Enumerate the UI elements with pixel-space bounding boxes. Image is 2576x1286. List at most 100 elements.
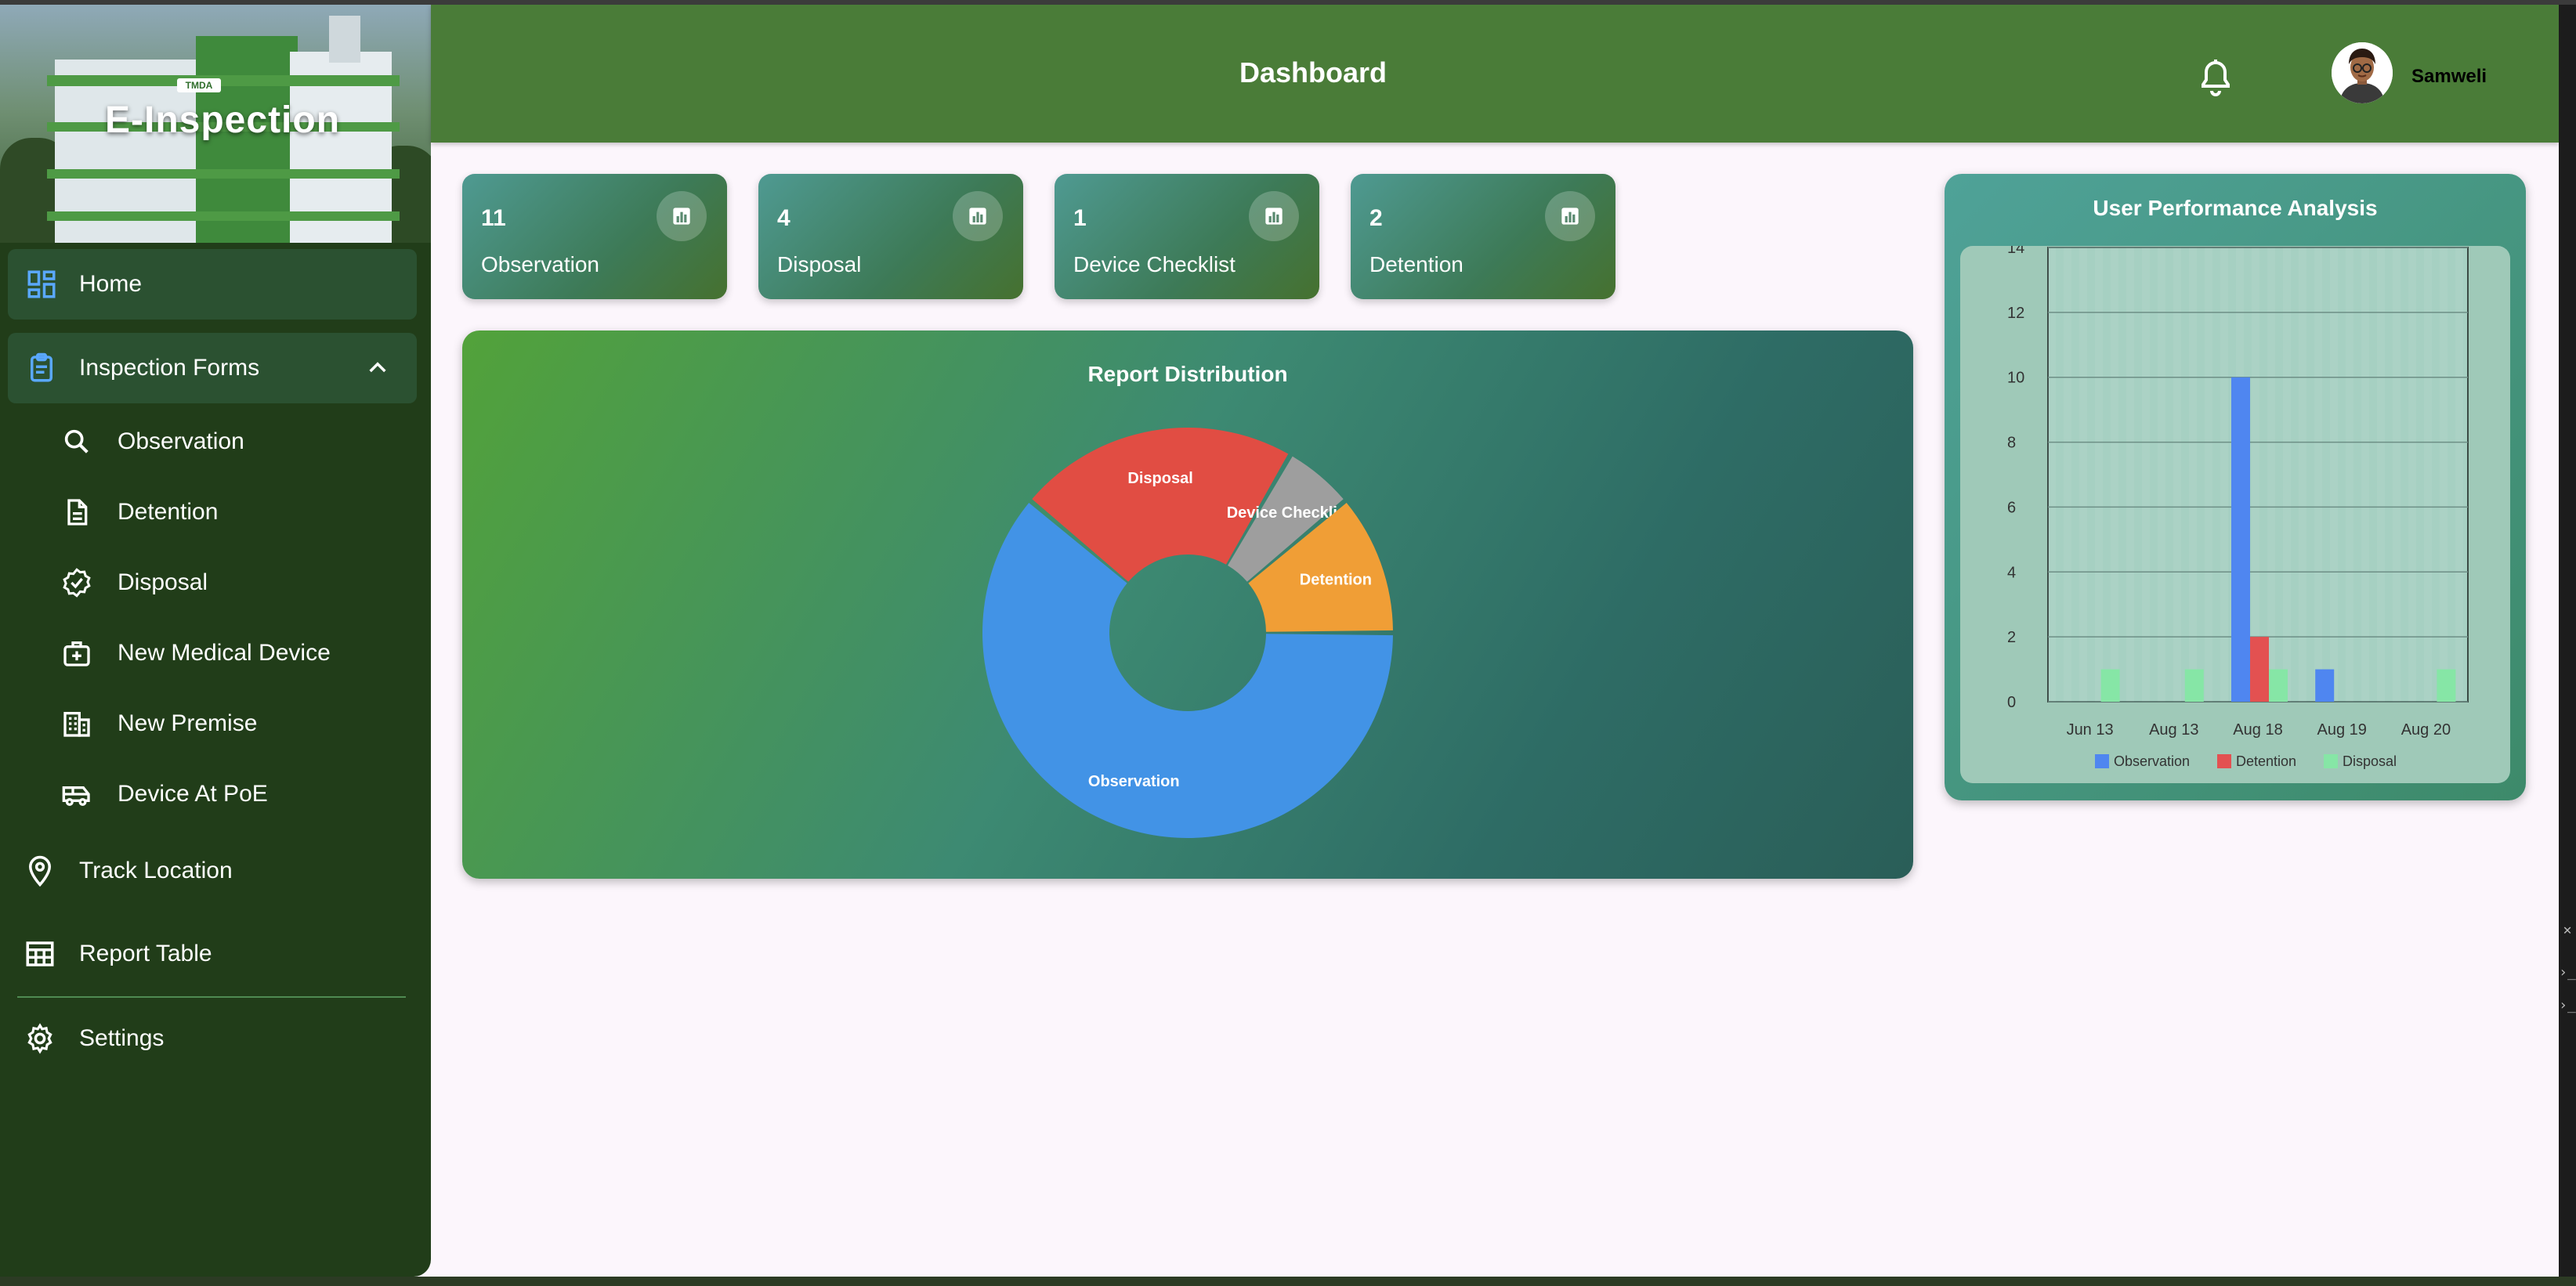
- sidebar-subitem-label: Detention: [118, 499, 219, 525]
- bar-chart-icon: [1561, 208, 1579, 225]
- document-icon: [67, 499, 88, 526]
- bar-disposal-aug-18[interactable]: [2269, 669, 2288, 702]
- sidebar-item-home[interactable]: Home: [8, 249, 417, 320]
- stat-card-value: 2: [1369, 205, 1383, 231]
- plot-stripe: [2330, 247, 2338, 702]
- sidebar-subitem-label: New Medical Device: [118, 640, 331, 666]
- verified-badge-icon: [63, 568, 91, 598]
- stat-card-value: 11: [481, 205, 506, 231]
- plot-stripe: [2393, 247, 2401, 702]
- plot-stripe: [2126, 247, 2134, 702]
- plot-stripe: [2267, 247, 2275, 702]
- plot-stripe: [2205, 247, 2212, 702]
- user-avatar[interactable]: [2332, 42, 2393, 103]
- search-icon: [64, 429, 89, 453]
- bus-icon: [62, 786, 90, 806]
- bar-detention-aug-18[interactable]: [2250, 637, 2269, 702]
- plot-stripe: [2377, 247, 2385, 702]
- stat-card-device-checklist[interactable]: 1 Device Checklist: [1055, 174, 1319, 299]
- plot-stripe: [2220, 247, 2228, 702]
- bar-chart-icon: [1265, 208, 1283, 225]
- donut-chart[interactable]: ObservationDisposalDevice ChecklistDeten…: [462, 331, 1913, 879]
- sidebar-subitem-disposal[interactable]: Disposal: [0, 551, 431, 614]
- plot-stripe: [2299, 247, 2306, 702]
- y-axis-max-label: 14: [2007, 246, 2024, 248]
- stat-card-icon-badge: [953, 191, 1003, 241]
- sidebar-item-label: Settings: [79, 1025, 165, 1051]
- sidebar-item-report-table[interactable]: Report Table: [0, 919, 431, 989]
- sidebar-subitem-new-premise[interactable]: New Premise: [0, 692, 431, 755]
- plot-stripe: [2189, 247, 2197, 702]
- terminal-icon[interactable]: ›_: [2559, 963, 2576, 982]
- sidebar-subitem-new-medical-device[interactable]: New Medical Device: [0, 622, 431, 685]
- chevron-up-icon[interactable]: [365, 356, 390, 381]
- plot-stripe: [2158, 247, 2165, 702]
- notification-bell-icon[interactable]: [2197, 58, 2234, 99]
- close-icon[interactable]: ✕: [2559, 921, 2576, 940]
- bar-disposal-aug-20[interactable]: [2437, 669, 2456, 702]
- plot-stripe: [2440, 247, 2448, 702]
- plot-stripe: [2408, 247, 2416, 702]
- sidebar-item-label: Home: [79, 271, 143, 297]
- top-app-bar: Dashboard Samweli: [431, 5, 2559, 143]
- sidebar-item-label: Report Table: [79, 941, 212, 966]
- stat-card-detention[interactable]: 2 Detention: [1351, 174, 1615, 299]
- y-tick-label: 12: [2007, 305, 2024, 322]
- avatar-image: [2332, 42, 2393, 103]
- stat-card-label: Disposal: [777, 252, 862, 276]
- bar-chart-icon: [673, 208, 690, 225]
- donut-slice-label: Detention: [1300, 571, 1372, 588]
- stat-card-value: 4: [777, 205, 791, 231]
- bar-chart-container: 0246810121414Jun 13Aug 13Aug 18Aug 19Aug…: [1960, 246, 2510, 783]
- sidebar-subitem-detention[interactable]: Detention: [0, 481, 431, 544]
- user-name[interactable]: Samweli: [2411, 66, 2487, 88]
- plot-stripe: [2111, 247, 2118, 702]
- bar-disposal-jun-13[interactable]: [2100, 669, 2120, 702]
- stat-card-observation[interactable]: 11 Observation: [462, 174, 727, 299]
- sidebar-subitem-device-at-poe[interactable]: Device At PoE: [0, 763, 431, 825]
- x-tick-label: Aug 20: [2401, 721, 2451, 739]
- plot-stripe: [2064, 247, 2071, 702]
- x-tick-label: Aug 19: [2317, 721, 2367, 739]
- plot-stripe: [2079, 247, 2087, 702]
- plot-stripe: [2424, 247, 2432, 702]
- dashboard-icon: [27, 270, 56, 298]
- y-tick-label: 0: [2007, 694, 2016, 711]
- sidebar-item-settings[interactable]: Settings: [0, 1003, 431, 1074]
- stat-card-label: Observation: [481, 252, 599, 276]
- y-tick-label: 2: [2007, 629, 2016, 646]
- plot-stripe: [2346, 247, 2353, 702]
- bar-disposal-aug-13[interactable]: [2184, 669, 2204, 702]
- sidebar-item-label: Track Location: [79, 858, 233, 883]
- bar-observation-aug-19[interactable]: [2315, 669, 2335, 702]
- y-tick-label: 8: [2007, 435, 2016, 452]
- stat-card-icon-badge: [1249, 191, 1299, 241]
- plot-stripe: [2173, 247, 2181, 702]
- app-brand-title: E-Inspection: [105, 99, 341, 141]
- window-bottom-strip: [0, 1277, 2576, 1286]
- bar-observation-aug-18[interactable]: [2231, 377, 2250, 702]
- legend-label: Observation: [2114, 753, 2190, 769]
- bar-chart[interactable]: 0246810121414Jun 13Aug 13Aug 18Aug 19Aug…: [1960, 246, 2510, 783]
- terminal-icon[interactable]: ›_: [2559, 996, 2576, 1015]
- stat-card-disposal[interactable]: 4 Disposal: [758, 174, 1023, 299]
- legend-label: Detention: [2236, 753, 2296, 769]
- stat-card-value: 1: [1073, 205, 1087, 231]
- app-window: TMDA E-Inspection Home Inspection Forms: [0, 5, 2559, 1277]
- stat-card-label: Detention: [1369, 252, 1463, 276]
- plot-stripe: [2142, 247, 2150, 702]
- sidebar-item-label: Inspection Forms: [79, 355, 260, 381]
- bar-chart-icon: [969, 208, 986, 225]
- plot-stripe: [2314, 247, 2322, 702]
- building-icon: [63, 712, 90, 737]
- gear-icon: [27, 1023, 52, 1054]
- x-tick-label: Aug 18: [2233, 721, 2282, 739]
- sidebar-subitem-label: Observation: [118, 428, 244, 454]
- y-tick-label: 10: [2007, 370, 2024, 387]
- sidebar-subitem-observation[interactable]: Observation: [0, 410, 431, 473]
- sidebar-item-inspection-forms[interactable]: Inspection Forms: [8, 333, 417, 403]
- sidebar-item-track-location[interactable]: Track Location: [0, 836, 431, 906]
- legend-swatch: [2217, 754, 2231, 768]
- sidebar-hero-image: TMDA E-Inspection: [0, 5, 431, 243]
- building-sign: TMDA: [177, 78, 221, 92]
